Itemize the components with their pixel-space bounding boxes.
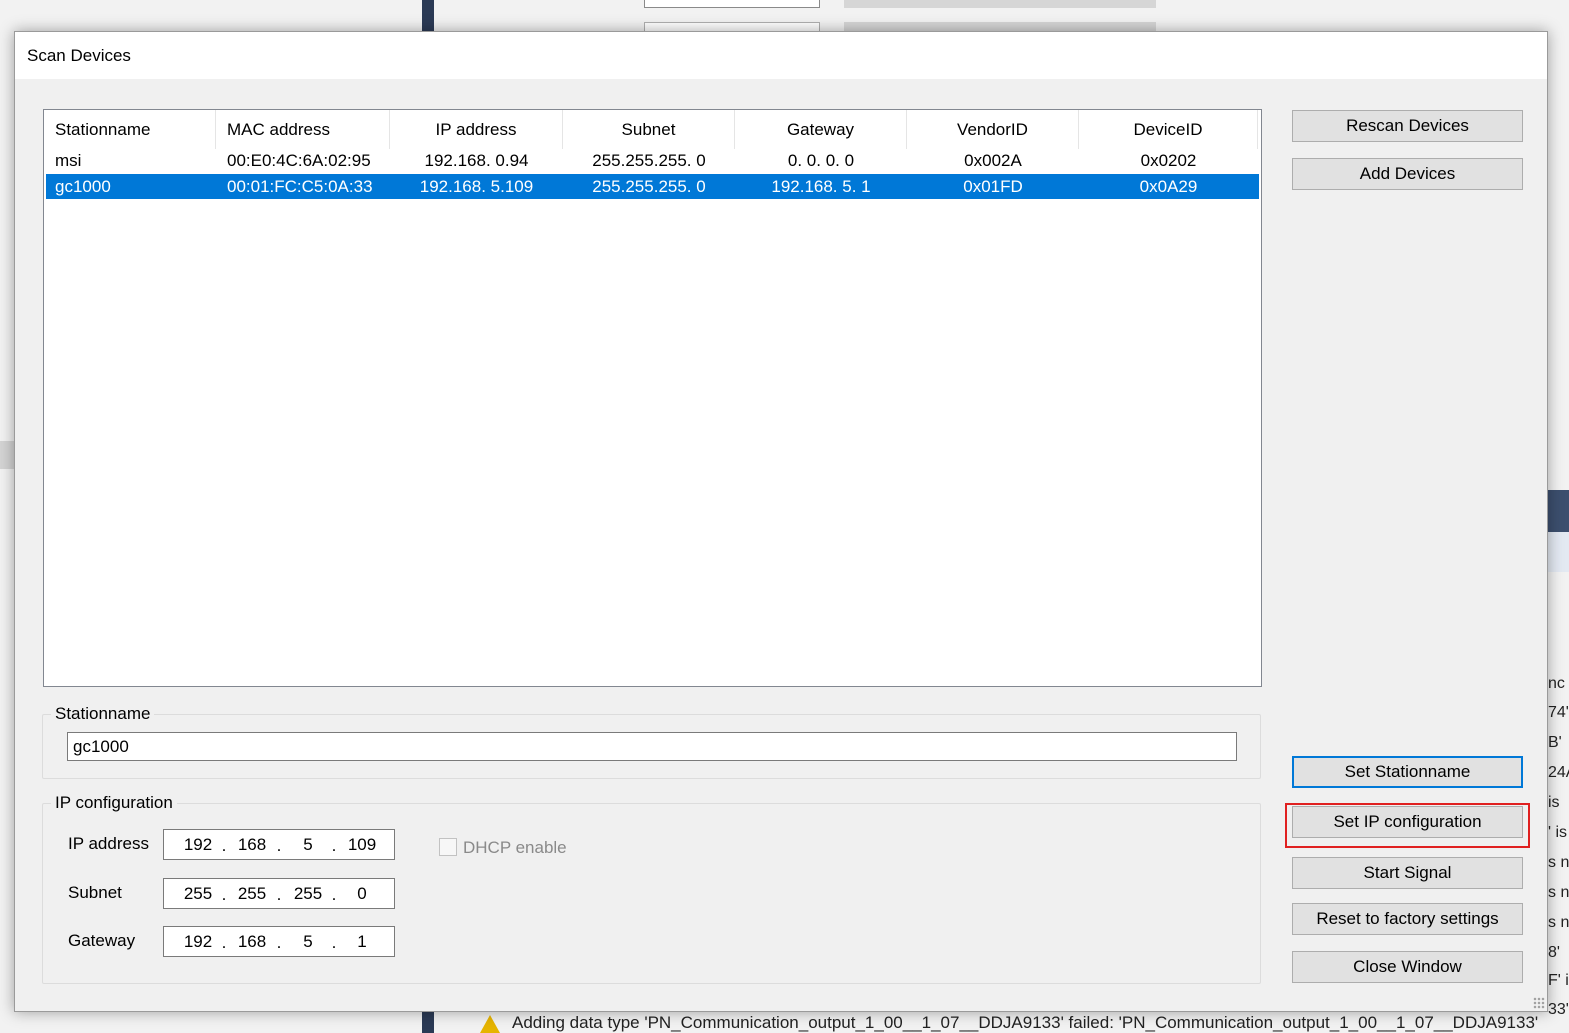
ip-octet: 5: [303, 835, 313, 854]
octet-separator: .: [331, 836, 337, 855]
cell-stationname: msi: [55, 151, 82, 170]
stationname-group: Stationname gc1000: [42, 704, 1261, 779]
stationname-group-label: Stationname: [51, 704, 155, 724]
cell-subnet: 255.255.255. 0: [592, 151, 706, 170]
cell-mac: 00:E0:4C:6A:02:95: [227, 151, 371, 170]
background-log-line: s n: [1548, 914, 1569, 931]
background-warning-message: Adding data type 'PN_Communication_outpu…: [480, 1013, 1569, 1033]
column-header-deviceid[interactable]: DeviceID: [1079, 110, 1258, 149]
octet-separator: .: [331, 885, 337, 904]
cell-gateway: 192.168. 5. 1: [771, 177, 871, 196]
background-log-line: ' is: [1548, 824, 1568, 841]
gateway-field[interactable]: 192 . 168 . 5 . 1: [163, 926, 395, 957]
background-panel-header: [1547, 490, 1569, 532]
rescan-devices-button[interactable]: Rescan Devices: [1292, 110, 1523, 142]
background-log-line: s n: [1548, 854, 1569, 871]
background-log-line: s n: [1548, 884, 1569, 901]
gateway-octet: 168: [237, 932, 267, 951]
stationname-input[interactable]: gc1000: [67, 732, 1237, 761]
column-header-stationname[interactable]: Stationname: [44, 110, 216, 149]
background-log-line: is: [1548, 794, 1560, 811]
dhcp-enable-label: DHCP enable: [463, 838, 567, 857]
octet-separator: .: [331, 933, 337, 952]
gateway-octet: 1: [357, 932, 367, 951]
gateway-octet: 5: [303, 932, 313, 951]
octet-separator: .: [221, 885, 227, 904]
gateway-octet: 192: [183, 932, 213, 951]
table-row-selected[interactable]: gc1000 00:01:FC:C5:0A:33 192.168. 5.109 …: [46, 174, 1259, 199]
ip-address-label: IP address: [68, 834, 149, 853]
subnet-octet: 255: [183, 884, 213, 903]
octet-separator: .: [221, 836, 227, 855]
cell-gateway: 0. 0. 0. 0: [787, 151, 855, 170]
subnet-octet: 255: [237, 884, 267, 903]
resize-grip[interactable]: [1533, 997, 1545, 1009]
cell-stationname: gc1000: [55, 177, 111, 196]
column-header-gateway[interactable]: Gateway: [735, 110, 907, 149]
column-header-ip[interactable]: IP address: [390, 110, 563, 149]
octet-separator: .: [221, 933, 227, 952]
warning-text: Adding data type 'PN_Communication_outpu…: [512, 1013, 1539, 1032]
dhcp-enable-checkbox[interactable]: [439, 838, 457, 856]
octet-separator: .: [276, 885, 282, 904]
scan-devices-dialog: Scan Devices Stationname MAC address IP …: [14, 31, 1548, 1012]
device-list-header: Stationname MAC address IP address Subne…: [44, 110, 1258, 149]
reset-factory-settings-button[interactable]: Reset to factory settings: [1292, 903, 1523, 935]
cell-deviceid: 0x0A29: [1139, 177, 1198, 196]
cell-vendorid: 0x002A: [964, 151, 1022, 170]
octet-separator: .: [276, 933, 282, 952]
dialog-titlebar[interactable]: Scan Devices: [15, 32, 1547, 79]
subnet-octet: 0: [357, 884, 367, 903]
background-button: [844, 0, 1156, 8]
background-log-line: 24A: [1548, 764, 1569, 781]
ip-configuration-group: IP configuration IP address 192 . 168 . …: [42, 793, 1261, 984]
gateway-label: Gateway: [68, 931, 136, 950]
background-log-line: nc: [1548, 675, 1565, 692]
background-log-line: 8': [1548, 944, 1560, 961]
octet-separator: .: [276, 836, 282, 855]
cell-mac: 00:01:FC:C5:0A:33: [227, 177, 373, 196]
background-tab: [0, 441, 14, 469]
cell-deviceid: 0x0202: [1140, 151, 1197, 170]
ip-address-field[interactable]: 192 . 168 . 5 . 109: [163, 829, 395, 860]
table-row[interactable]: msi 00:E0:4C:6A:02:95 192.168. 0.94 255.…: [46, 148, 1259, 173]
background-panel: [1547, 532, 1569, 572]
dialog-title: Scan Devices: [27, 46, 131, 65]
column-header-subnet[interactable]: Subnet: [563, 110, 735, 149]
cell-vendorid: 0x01FD: [963, 177, 1023, 196]
background-log-line: 74': [1548, 704, 1569, 721]
cell-subnet: 255.255.255. 0: [592, 177, 706, 196]
close-window-button[interactable]: Close Window: [1292, 951, 1523, 983]
background-log-line: B': [1548, 734, 1562, 751]
column-header-vendorid[interactable]: VendorID: [907, 110, 1079, 149]
set-stationname-button[interactable]: Set Stationname: [1292, 756, 1523, 788]
warning-icon: [480, 1015, 500, 1033]
add-devices-button[interactable]: Add Devices: [1292, 158, 1523, 190]
ip-octet: 109: [347, 835, 377, 854]
subnet-octet: 255: [293, 884, 323, 903]
background-log-line: F' i: [1548, 972, 1569, 989]
cell-ip: 192.168. 0.94: [424, 151, 529, 170]
ip-configuration-group-label: IP configuration: [51, 793, 177, 813]
subnet-field[interactable]: 255 . 255 . 255 . 0: [163, 878, 395, 909]
subnet-label: Subnet: [68, 883, 122, 902]
column-header-mac[interactable]: MAC address: [216, 110, 390, 149]
set-ip-configuration-button[interactable]: Set IP configuration: [1292, 806, 1523, 838]
background-input-field: [644, 0, 820, 8]
device-list[interactable]: Stationname MAC address IP address Subne…: [43, 109, 1262, 687]
ip-octet: 168: [237, 835, 267, 854]
ip-octet: 192: [183, 835, 213, 854]
cell-ip: 192.168. 5.109: [419, 177, 534, 196]
start-signal-button[interactable]: Start Signal: [1292, 857, 1523, 889]
